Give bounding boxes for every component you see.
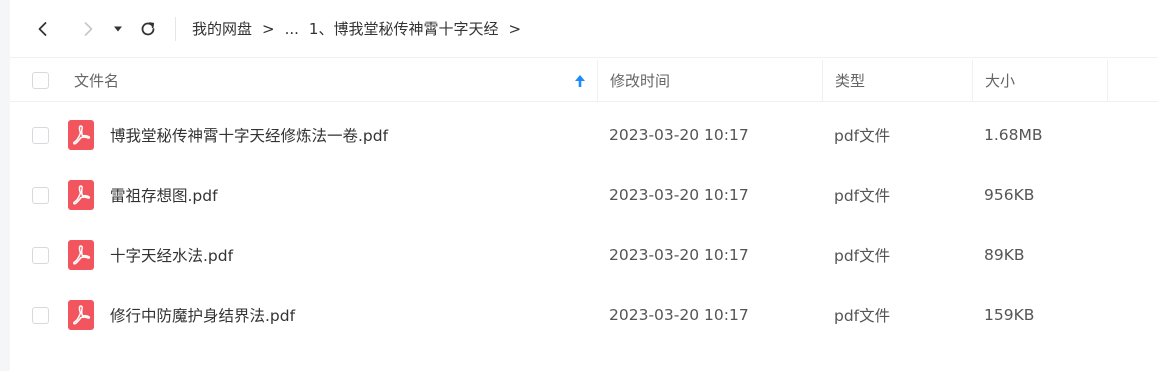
column-header-type[interactable]: 类型 — [822, 59, 972, 102]
column-header-name-label: 文件名 — [74, 72, 120, 90]
file-size: 956KB — [984, 186, 1035, 204]
table-header: 文件名 修改时间 类型 大小 — [10, 59, 1158, 102]
file-name[interactable]: 十字天经水法.pdf — [110, 244, 233, 266]
toolbar-divider — [175, 16, 176, 41]
file-type: pdf文件 — [834, 247, 891, 265]
pdf-file-icon — [68, 300, 94, 330]
column-header-size-label: 大小 — [985, 72, 1016, 90]
refresh-button[interactable] — [133, 14, 163, 44]
pdf-file-icon — [68, 180, 94, 210]
forward-button[interactable] — [73, 14, 103, 44]
modified-time: 2023-03-20 10:17 — [609, 306, 749, 324]
breadcrumb-ellipsis[interactable]: ... — [285, 20, 299, 38]
breadcrumb: 我的网盘 > ... 1、博我堂秘传神霄十字天经 > — [192, 18, 531, 39]
modified-time: 2023-03-20 10:17 — [609, 126, 749, 144]
back-button[interactable] — [28, 14, 58, 44]
row-checkbox-cell — [10, 306, 66, 324]
row-checkbox[interactable] — [32, 126, 49, 144]
table-row[interactable]: 雷祖存想图.pdf 2023-03-20 10:17 pdf文件 956KB — [10, 165, 1158, 225]
column-header-time-label: 修改时间 — [610, 72, 671, 90]
column-header-time[interactable]: 修改时间 — [597, 59, 822, 102]
chevron-right-icon — [84, 21, 93, 36]
arrow-up-icon[interactable] — [573, 74, 587, 88]
file-size: 89KB — [984, 246, 1025, 264]
file-size: 1.68MB — [984, 126, 1043, 144]
column-header-name[interactable]: 文件名 — [66, 60, 597, 102]
modified-time: 2023-03-20 10:17 — [609, 246, 749, 264]
chevron-left-icon — [38, 21, 47, 36]
column-header-size[interactable]: 大小 — [972, 59, 1108, 102]
file-list: 博我堂秘传神霄十字天经修炼法一卷.pdf 2023-03-20 10:17 pd… — [10, 105, 1158, 345]
select-all-cell — [10, 72, 66, 89]
row-checkbox-cell — [10, 246, 66, 264]
file-type: pdf文件 — [834, 127, 891, 145]
file-name-cell: 修行中防魔护身结界法.pdf — [66, 285, 597, 345]
file-name-cell: 十字天经水法.pdf — [66, 225, 597, 285]
row-checkbox[interactable] — [32, 306, 49, 324]
file-name[interactable]: 博我堂秘传神霄十字天经修炼法一卷.pdf — [110, 124, 388, 146]
pdf-file-icon — [68, 120, 94, 150]
breadcrumb-separator[interactable]: > — [508, 20, 521, 38]
file-name-cell: 博我堂秘传神霄十字天经修炼法一卷.pdf — [66, 105, 597, 165]
caret-down-icon — [114, 26, 122, 31]
modified-time: 2023-03-20 10:17 — [609, 186, 749, 204]
left-panel-edge — [0, 0, 10, 371]
row-checkbox-cell — [10, 126, 66, 144]
file-type: pdf文件 — [834, 307, 891, 325]
row-checkbox[interactable] — [32, 246, 49, 264]
row-checkbox[interactable] — [32, 186, 49, 204]
toolbar: 我的网盘 > ... 1、博我堂秘传神霄十字天经 > — [10, 0, 1158, 58]
row-checkbox-cell — [10, 186, 66, 204]
breadcrumb-root[interactable]: 我的网盘 — [192, 18, 252, 39]
file-name[interactable]: 修行中防魔护身结界法.pdf — [110, 304, 295, 326]
file-name-cell: 雷祖存想图.pdf — [66, 165, 597, 225]
table-row[interactable]: 十字天经水法.pdf 2023-03-20 10:17 pdf文件 89KB — [10, 225, 1158, 285]
column-header-type-label: 类型 — [835, 72, 866, 90]
table-row[interactable]: 修行中防魔护身结界法.pdf 2023-03-20 10:17 pdf文件 15… — [10, 285, 1158, 345]
refresh-icon — [141, 21, 155, 35]
breadcrumb-current[interactable]: 1、博我堂秘传神霄十字天经 — [309, 18, 499, 39]
select-all-checkbox[interactable] — [32, 72, 49, 89]
file-size: 159KB — [984, 306, 1035, 324]
breadcrumb-separator: > — [262, 19, 275, 38]
pdf-file-icon — [68, 240, 94, 270]
history-dropdown-button[interactable] — [107, 14, 129, 44]
file-name[interactable]: 雷祖存想图.pdf — [110, 184, 218, 206]
table-row[interactable]: 博我堂秘传神霄十字天经修炼法一卷.pdf 2023-03-20 10:17 pd… — [10, 105, 1158, 165]
file-type: pdf文件 — [834, 187, 891, 205]
